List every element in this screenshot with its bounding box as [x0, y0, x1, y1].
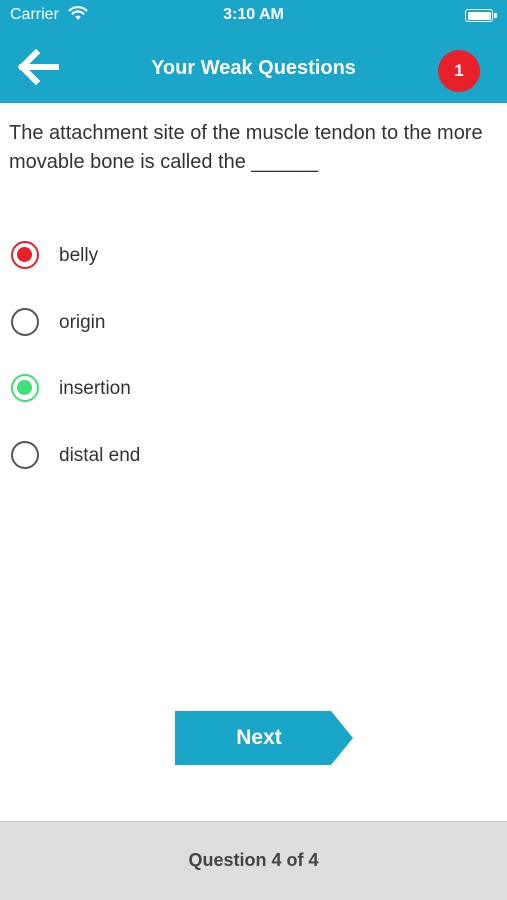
- option-label: distal end: [59, 445, 141, 466]
- radio-unselected-icon[interactable]: [11, 308, 39, 336]
- option-label: insertion: [59, 378, 131, 399]
- option-distal-end[interactable]: distal end: [0, 425, 507, 489]
- radio-unselected-icon[interactable]: [11, 441, 39, 469]
- next-button[interactable]: Next: [175, 711, 353, 765]
- option-insertion[interactable]: insertion: [0, 358, 507, 422]
- option-label: belly: [59, 245, 99, 266]
- question-progress: Question 4 of 4: [188, 850, 319, 870]
- question-text: The attachment site of the muscle tendon…: [9, 122, 483, 173]
- option-origin[interactable]: origin: [0, 292, 507, 356]
- status-bar: Carrier 3:10 AM: [0, 0, 507, 30]
- option-label: origin: [59, 312, 106, 333]
- battery-icon: [465, 9, 497, 22]
- progress-footer: Question 4 of 4: [0, 821, 507, 900]
- page-title: Your Weak Questions: [151, 57, 356, 79]
- header-bar: Carrier 3:10 AM Your Weak Questions 1: [0, 0, 507, 103]
- option-belly[interactable]: belly: [0, 225, 507, 289]
- weak-count-badge: 1: [438, 50, 480, 92]
- radio-selected-wrong-icon[interactable]: [11, 241, 39, 269]
- radio-correct-icon[interactable]: [11, 374, 39, 402]
- navigation-bar: Your Weak Questions 1: [0, 30, 507, 103]
- next-button-label: Next: [236, 726, 282, 749]
- status-time: 3:10 AM: [223, 6, 284, 23]
